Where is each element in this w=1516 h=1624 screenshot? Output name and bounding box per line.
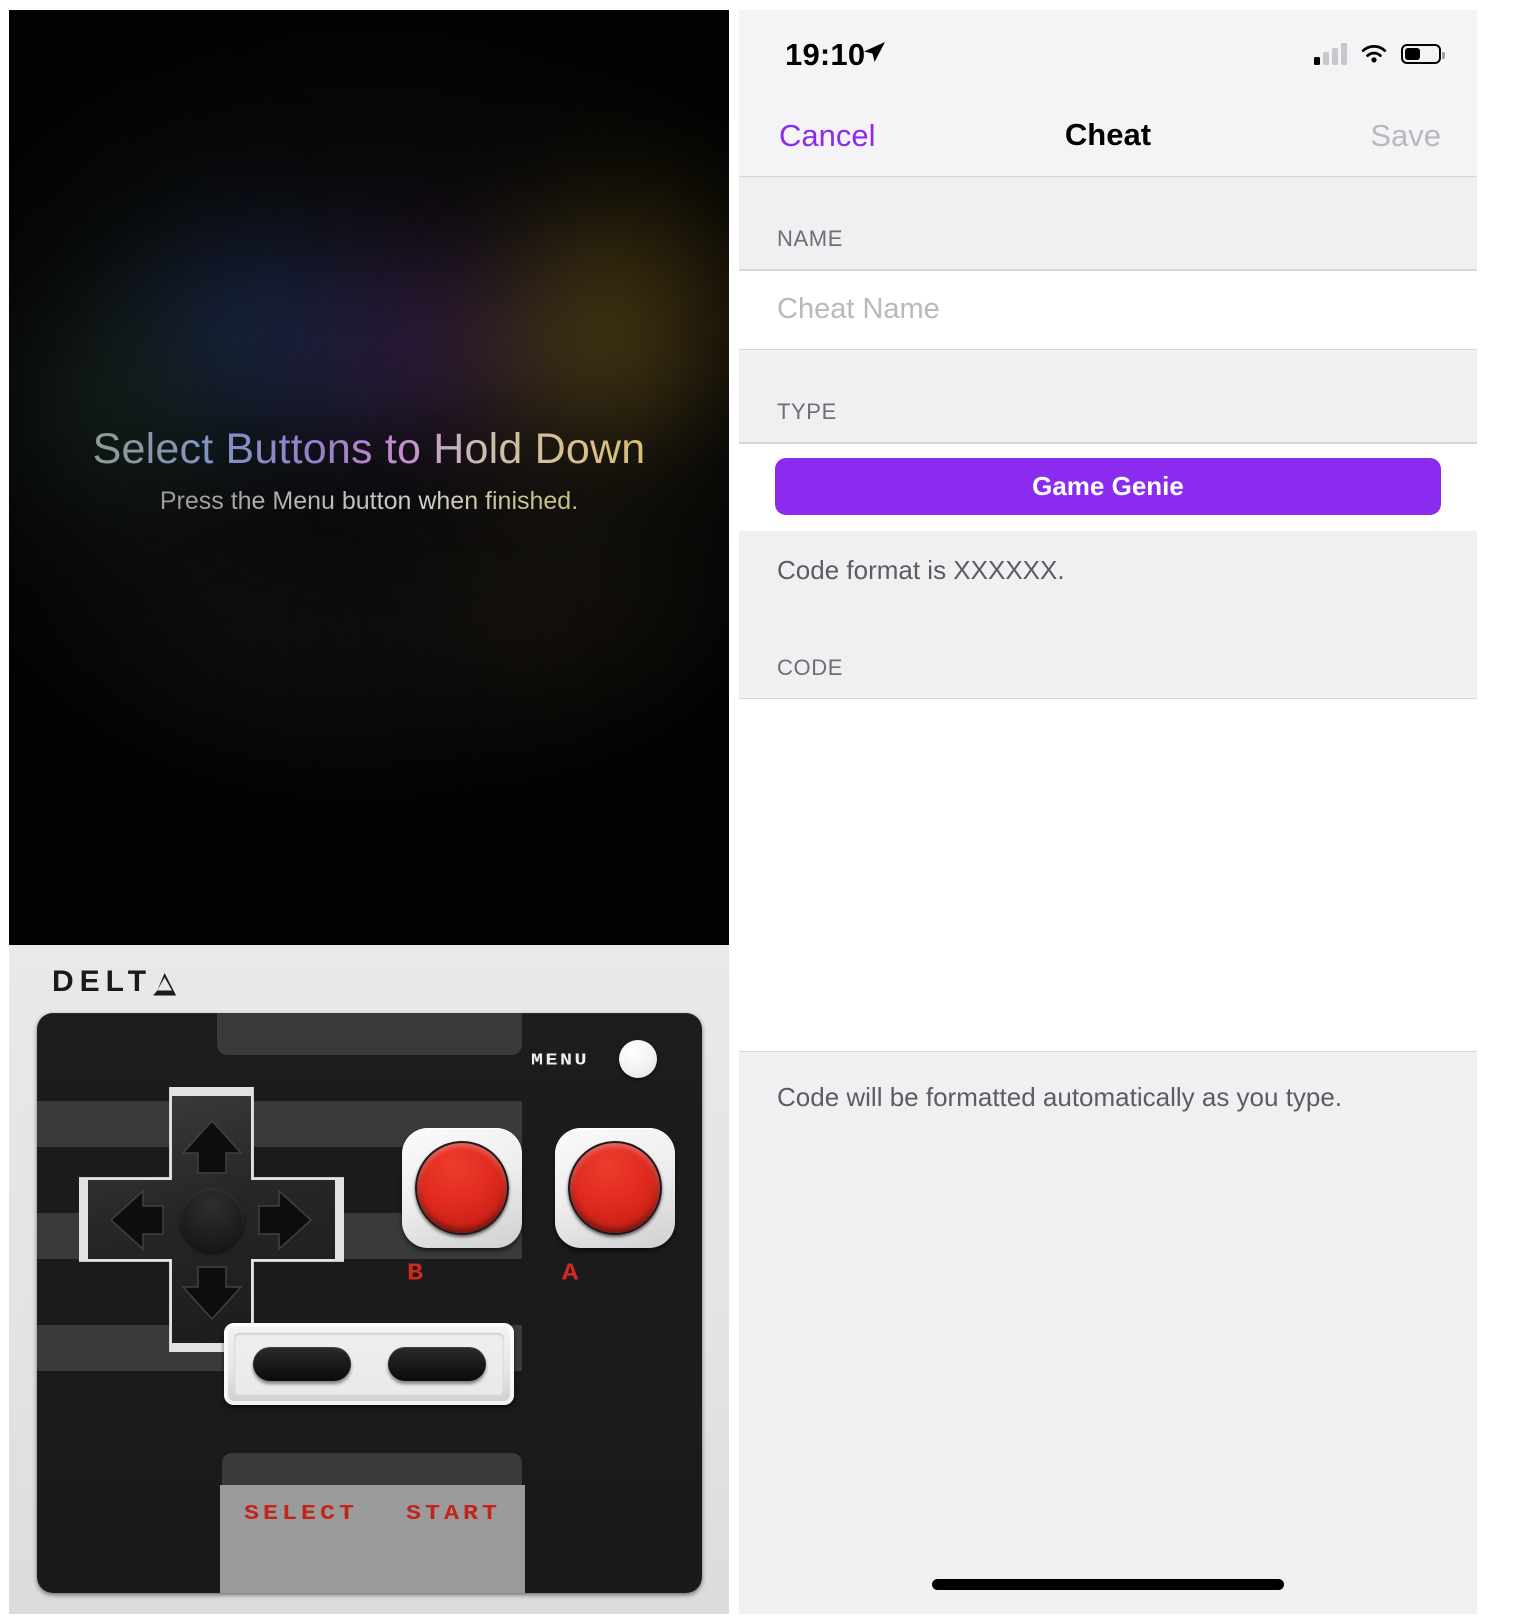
controller-skin: DELT MENU B A SELECT START: [9, 945, 729, 1614]
select-start-labels: SELECT START: [220, 1491, 525, 1535]
type-section-header: TYPE: [739, 350, 1477, 442]
code-section-header: CODE: [739, 619, 1477, 698]
navigation-bar: Cancel Cheat Save: [739, 102, 1477, 177]
location-arrow-icon: [864, 42, 885, 62]
status-bar-indicators: [1314, 42, 1445, 66]
delta-wordmark: DELT: [52, 965, 153, 998]
code-footer-region: Code will be formatted automatically as …: [739, 1051, 1477, 1614]
controller-body: MENU B A SELECT START: [37, 1013, 702, 1593]
name-section-label: NAME: [777, 226, 843, 251]
battery-icon: [1401, 44, 1445, 64]
status-bar-time: 19:10: [785, 37, 866, 72]
type-note-block: Code format is XXXXXX. CODE: [739, 530, 1477, 698]
select-label: SELECT: [243, 1500, 358, 1526]
a-button[interactable]: [555, 1128, 675, 1248]
name-section-header: NAME: [739, 177, 1477, 269]
dpad-center-pivot: [179, 1187, 244, 1252]
code-section-label: CODE: [777, 654, 843, 680]
save-button[interactable]: Save: [1370, 118, 1441, 154]
type-segmented-control[interactable]: Game Genie: [775, 457, 1441, 515]
segment-game-genie[interactable]: Game Genie: [775, 457, 1441, 515]
up-arrow-icon[interactable]: [177, 1115, 247, 1185]
code-format-note: Code format is XXXXXX.: [739, 530, 1477, 620]
game-panel: Select Buttons to Hold Down Press the Me…: [9, 10, 729, 1614]
overlay-subline: Press the Menu button when finished.: [9, 487, 729, 516]
delta-logo: DELT: [52, 965, 177, 999]
hold-down-overlay: Select Buttons to Hold Down Press the Me…: [9, 425, 729, 516]
right-arrow-icon[interactable]: [247, 1185, 317, 1255]
code-footer-note: Code will be formatted automatically as …: [739, 1051, 1477, 1614]
home-indicator: [932, 1579, 1284, 1590]
select-start-inner: [234, 1333, 504, 1395]
screenshot-root: Select Buttons to Hold Down Press the Me…: [0, 0, 1516, 1624]
status-bar: 19:10: [739, 10, 1477, 102]
b-button-label: B: [407, 1260, 425, 1288]
dpad[interactable]: [79, 1087, 344, 1352]
b-button-face: [415, 1141, 509, 1235]
a-button-label: A: [562, 1260, 580, 1288]
select-start-housing: [224, 1323, 514, 1405]
cellular-signal-icon: [1314, 43, 1347, 65]
type-segmented-control-wrap: Game Genie: [739, 443, 1477, 531]
controller-accent-bar: [217, 1013, 522, 1055]
game-viewport[interactable]: Select Buttons to Hold Down Press the Me…: [9, 10, 729, 945]
select-button[interactable]: [252, 1347, 351, 1381]
code-input-area[interactable]: [739, 699, 1477, 1051]
wifi-icon: [1361, 45, 1387, 63]
name-field-row[interactable]: [739, 270, 1477, 349]
cheat-form: NAME TYPE Game Genie Code format: [739, 177, 1477, 1051]
start-button[interactable]: [387, 1347, 486, 1381]
menu-button[interactable]: [619, 1040, 657, 1078]
b-button[interactable]: [402, 1128, 522, 1248]
left-arrow-icon[interactable]: [105, 1185, 175, 1255]
page-title: Cheat: [1064, 117, 1152, 152]
menu-label: MENU: [530, 1050, 589, 1071]
type-section-label: TYPE: [777, 399, 837, 424]
a-button-face: [568, 1141, 662, 1235]
down-arrow-icon[interactable]: [177, 1255, 247, 1325]
cheat-editor-panel: 19:10 Cancel Cheat Save NAME Cheat Name …: [739, 10, 1477, 1614]
name-input[interactable]: [777, 293, 1477, 326]
overlay-headline: Select Buttons to Hold Down: [9, 425, 729, 473]
start-label: START: [405, 1500, 501, 1526]
delta-triangle-icon: [153, 972, 177, 996]
